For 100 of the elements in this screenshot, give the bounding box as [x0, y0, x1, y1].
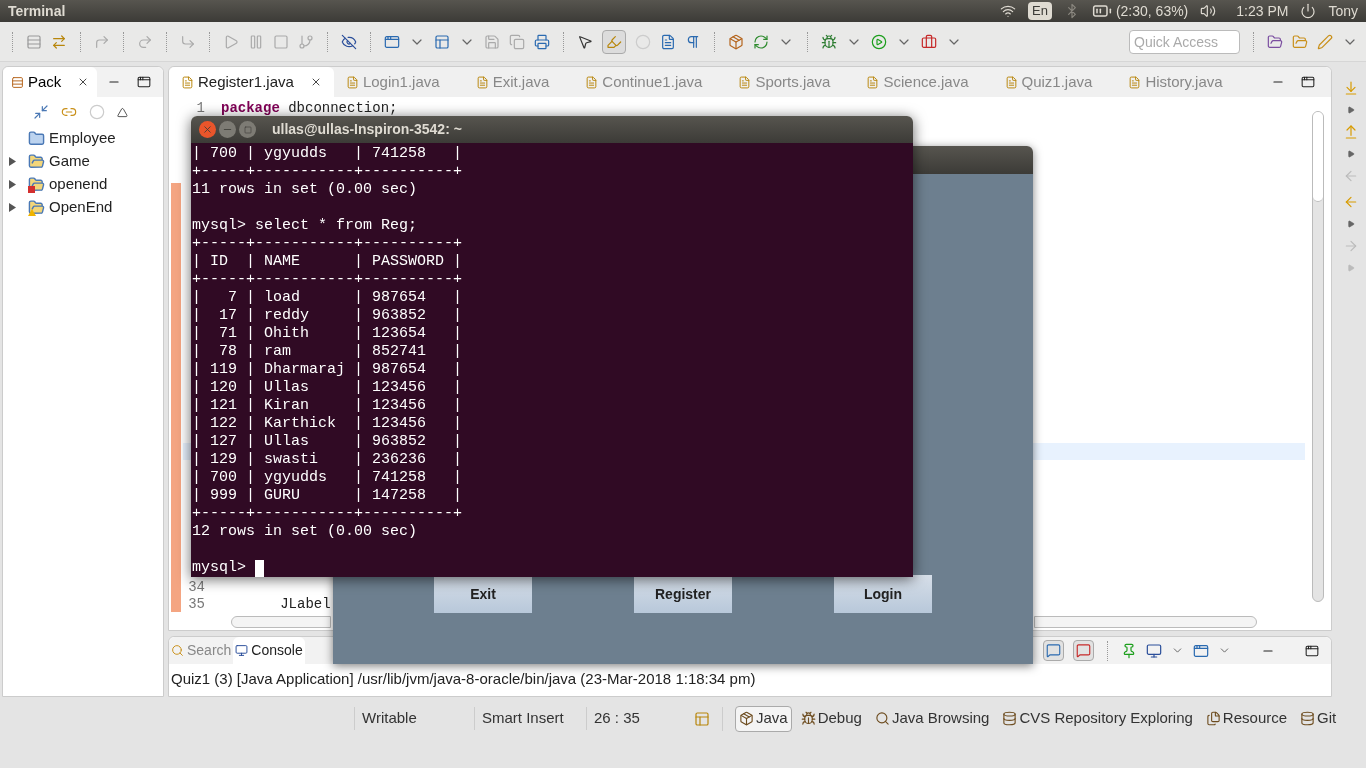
hierarchy-icon: [11, 75, 24, 89]
file-icon: [738, 75, 752, 89]
debug-icon[interactable]: [821, 33, 837, 50]
maximize-icon[interactable]: [137, 75, 151, 89]
perspective-icon: [874, 711, 890, 726]
save-all-icon[interactable]: [509, 33, 525, 50]
dropdown-icon[interactable]: [1347, 220, 1355, 228]
print-icon[interactable]: [534, 33, 550, 50]
tree-item[interactable]: OpenEnd: [49, 196, 113, 219]
scrollbar-track[interactable]: [1034, 616, 1257, 628]
editor-tab[interactable]: Register1.java: [169, 67, 334, 97]
pause-icon[interactable]: [248, 33, 264, 50]
terminal-line: +-----+-----------+----------+: [192, 235, 463, 253]
console-output: Quiz1 (3) [Java Application] /usr/lib/jvm/java-8-oracle/bin/java (23-Mar-2018 1:18:34 pm): [170, 669, 757, 689]
expand-arrow-icon[interactable]: [9, 157, 16, 166]
wifi-icon[interactable]: [1000, 3, 1016, 19]
view-menu-icon[interactable]: [117, 106, 128, 118]
battery-status: (2:30, 63%): [1115, 1, 1189, 21]
new-window-icon[interactable]: [384, 33, 400, 50]
view-tab[interactable]: Pack: [3, 67, 98, 97]
terminal-line: | 121 | Kiran | 123456 |: [192, 397, 463, 415]
display-console-button[interactable]: [1043, 640, 1064, 661]
clock[interactable]: 1:23 PM: [1236, 0, 1289, 22]
pilcrow-icon[interactable]: [685, 33, 701, 50]
import-icon[interactable]: [1343, 80, 1359, 96]
terminal-line: +-----+-----------+----------+: [192, 271, 463, 289]
step-return-icon[interactable]: [180, 33, 196, 50]
terminal-line: | 78 | ram | 852741 |: [192, 343, 463, 361]
volume-icon[interactable]: [1200, 3, 1217, 19]
code-text: JLabel: [279, 595, 331, 614]
horizontal-scrollbar[interactable]: [231, 616, 331, 628]
perspective-icon: [1300, 711, 1316, 726]
dropdown-icon[interactable]: [1347, 106, 1355, 114]
project-error-icon: [28, 176, 45, 193]
quick-access-field[interactable]: Quick Access: [1129, 29, 1240, 54]
tree-item[interactable]: Employee: [49, 127, 116, 150]
perspective-button[interactable]: Git: [1296, 705, 1341, 732]
perspective-button[interactable]: CVS Repository Exploring: [998, 705, 1197, 732]
console-icon: [1046, 643, 1061, 658]
highlight-toggle[interactable]: [602, 29, 626, 54]
terminal-line: 12 rows in set (0.00 sec): [192, 523, 418, 541]
monitor-icon: [235, 644, 249, 657]
export-icon[interactable]: [1343, 124, 1359, 140]
console-icon: [1076, 643, 1091, 658]
file-icon: [1128, 75, 1142, 89]
vertical-scrollbar[interactable]: [1312, 111, 1324, 602]
open-perspective-icon[interactable]: [1267, 33, 1283, 50]
close-button[interactable]: [199, 121, 216, 138]
new-window-icon[interactable]: [1193, 642, 1209, 659]
folder-icon[interactable]: [1292, 33, 1308, 50]
monitor-icon[interactable]: [1146, 642, 1162, 659]
resume-icon[interactable]: [223, 33, 239, 50]
skip-breakpoints-icon[interactable]: [341, 33, 357, 50]
package-icon[interactable]: [728, 33, 744, 50]
folder-icon: [28, 130, 45, 147]
back-icon[interactable]: [1343, 194, 1359, 210]
form-button[interactable]: Login: [834, 575, 932, 613]
terminal-line: | 700 | ygyudds | 741258 |: [192, 145, 463, 163]
user-name[interactable]: Tony: [1328, 0, 1358, 22]
terminal-line: | 120 | Ullas | 123456 |: [192, 379, 463, 397]
open-perspective-icon[interactable]: [694, 710, 710, 727]
terminal-line: | 129 | swasti | 236236 |: [192, 451, 463, 469]
arrows-icon[interactable]: [51, 33, 67, 50]
list-icon[interactable]: [26, 33, 42, 50]
file-icon: [345, 75, 359, 89]
form-button[interactable]: Register: [634, 575, 732, 613]
pin-icon[interactable]: [1121, 642, 1137, 659]
external-tools-icon[interactable]: [921, 33, 937, 50]
dropdown-icon[interactable]: [1347, 150, 1355, 158]
maximize-button[interactable]: [239, 121, 256, 138]
collapse-all-icon[interactable]: [33, 104, 49, 120]
tree-item[interactable]: openend: [49, 173, 108, 196]
perspective-button[interactable]: Java Browsing: [870, 705, 994, 732]
new-class-icon[interactable]: [434, 33, 450, 50]
pin-console-button[interactable]: [1073, 640, 1094, 661]
step-over-icon[interactable]: [137, 33, 153, 50]
run-icon[interactable]: [871, 33, 887, 50]
maximize-icon[interactable]: [1305, 643, 1319, 658]
save-icon[interactable]: [484, 33, 500, 50]
expand-arrow-icon[interactable]: [9, 180, 16, 189]
form-button[interactable]: Exit: [434, 575, 532, 613]
pen-icon[interactable]: [1317, 33, 1333, 50]
terminal-line: 11 rows in set (0.00 sec): [192, 181, 418, 199]
tree-item[interactable]: Game: [49, 150, 90, 173]
minimize-button[interactable]: [219, 121, 236, 138]
pointer-icon[interactable]: [577, 33, 593, 50]
perspective-button[interactable]: Resource: [1201, 705, 1292, 732]
expand-arrow-icon[interactable]: [9, 203, 16, 212]
view-tab[interactable]: Console: [233, 637, 305, 664]
perspective-icon: [739, 711, 754, 726]
perspective-button[interactable]: Java: [735, 705, 792, 732]
step-out-icon[interactable]: [94, 33, 110, 50]
disconnect-icon[interactable]: [298, 33, 314, 50]
terminal-line: +-----+-----------+----------+: [192, 163, 463, 181]
input-source-indicator[interactable]: En: [1028, 2, 1052, 20]
document-icon[interactable]: [660, 33, 676, 50]
refresh-icon[interactable]: [753, 33, 769, 50]
perspective-button[interactable]: Debug: [796, 705, 866, 732]
maximize-icon[interactable]: [1301, 75, 1315, 89]
power-icon[interactable]: [1300, 3, 1317, 19]
